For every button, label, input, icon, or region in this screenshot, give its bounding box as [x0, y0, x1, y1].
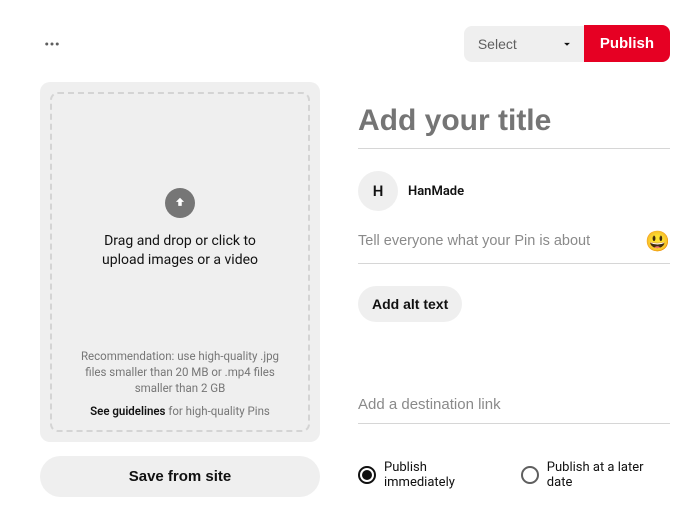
upload-guidelines: See guidelines for high-quality Pins	[90, 404, 270, 418]
upload-recommendation: Recommendation: use high-quality .jpg fi…	[70, 348, 290, 396]
emoji-picker-button[interactable]: 😃	[645, 229, 670, 253]
publish-later-option[interactable]: Publish at a later date	[521, 460, 670, 490]
username: HanMade	[408, 184, 464, 199]
left-column: Drag and drop or click to upload images …	[40, 82, 320, 497]
upload-dropzone[interactable]: Drag and drop or click to upload images …	[50, 92, 310, 432]
ellipsis-icon	[43, 35, 61, 53]
save-from-site-button[interactable]: Save from site	[40, 456, 320, 497]
board-select[interactable]: Select	[464, 26, 584, 62]
right-column: H HanMade 😃 Add alt text Publish immedia…	[358, 82, 670, 497]
title-input[interactable]	[358, 104, 670, 149]
upload-guidelines-link[interactable]: See guidelines	[90, 404, 165, 418]
topbar: Select Publish	[0, 0, 700, 82]
publish-immediately-option[interactable]: Publish immediately	[358, 460, 499, 490]
radio-checked-icon	[358, 466, 376, 484]
add-alt-text-button[interactable]: Add alt text	[358, 286, 462, 322]
publish-later-label: Publish at a later date	[547, 460, 670, 490]
upload-main-text: Drag and drop or click to upload images …	[85, 232, 275, 270]
avatar[interactable]: H	[358, 171, 398, 211]
publish-button[interactable]: Publish	[584, 25, 670, 62]
description-input[interactable]	[358, 233, 645, 249]
destination-link-input[interactable]	[358, 396, 670, 424]
upload-dropzone-top: Drag and drop or click to upload images …	[85, 110, 275, 348]
topbar-right: Select Publish	[464, 25, 670, 62]
upload-area: Drag and drop or click to upload images …	[40, 82, 320, 442]
user-row: H HanMade	[358, 171, 670, 211]
publish-options: Publish immediately Publish at a later d…	[358, 460, 670, 490]
radio-unchecked-icon	[521, 466, 539, 484]
publish-immediately-label: Publish immediately	[384, 460, 499, 490]
upload-icon	[165, 188, 195, 218]
upload-guidelines-suffix: for high-quality Pins	[165, 404, 269, 418]
more-options-button[interactable]	[40, 32, 64, 56]
content: Drag and drop or click to upload images …	[0, 82, 700, 517]
description-row: 😃	[358, 229, 670, 264]
